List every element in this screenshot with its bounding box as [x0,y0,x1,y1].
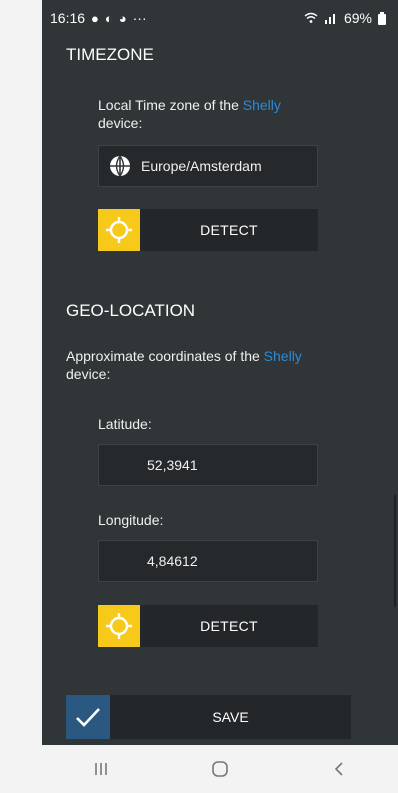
geo-detect-button[interactable]: DETECT [98,605,318,647]
geo-description-suffix: device: [66,366,111,382]
wifi-icon [304,12,318,23]
timezone-description: Local Time zone of the Shelly device: [98,96,328,132]
back-button[interactable] [309,749,369,789]
status-left: 16:16 ● ◐ ◕ ··· [50,10,147,26]
crosshair-icon [106,217,132,243]
battery-icon [378,11,386,25]
timezone-section-title: TIMEZONE [66,45,154,64]
app-notification-icon: ◐ [104,10,113,26]
longitude-input[interactable]: 4,84612 [98,540,318,582]
recent-apps-button[interactable] [71,749,131,789]
geo-section-title: GEO-LOCATION [66,301,196,320]
app-content: 16:16 ● ◐ ◕ ··· 69% TIMEZONE Local Time … [42,0,398,745]
timezone-detect-button[interactable]: DETECT [98,209,318,251]
detect-icon-box [98,209,140,251]
app-notification-icon-2: ◕ [118,10,127,26]
save-label: SAVE [212,709,249,725]
phone-screen: 16:16 ● ◐ ◕ ··· 69% TIMEZONE Local Time … [42,0,398,793]
geo-description: Approximate coordinates of the Shelly de… [66,347,336,383]
signal-icon [324,14,335,24]
geo-description-prefix: Approximate coordinates of the [66,348,264,364]
longitude-label: Longitude: [98,512,164,528]
geo-description-shelly: Shelly [263,348,302,364]
timezone-field[interactable]: Europe/Amsterdam [98,145,318,187]
save-icon-box [66,695,110,739]
latitude-label: Latitude: [98,416,152,432]
status-bar: 16:16 ● ◐ ◕ ··· 69% [42,0,398,36]
timezone-description-prefix: Local Time zone of the [98,97,243,113]
clock: 16:16 [50,10,86,26]
geo-detect-label: DETECT [200,618,258,634]
longitude-value: 4,84612 [147,553,198,569]
timezone-detect-label: DETECT [200,222,258,238]
timezone-description-shelly: Shelly [242,97,281,113]
save-button[interactable]: SAVE [66,695,351,739]
timezone-value: Europe/Amsterdam [141,158,262,174]
more-notifications: ··· [132,10,147,26]
scrollbar[interactable] [394,495,396,607]
android-nav-bar [42,745,398,793]
timezone-description-suffix: device: [98,115,143,131]
status-right: 69% [304,10,386,26]
recent-apps-icon [95,763,108,775]
battery-percent: 69% [343,10,372,26]
checkmark-icon [76,708,100,727]
latitude-value: 52,3941 [147,457,198,473]
home-icon [212,761,228,777]
globe-icon [110,155,130,177]
geo-detect-icon-box [98,605,140,647]
home-button[interactable] [190,749,250,789]
back-icon [334,762,343,776]
latitude-input[interactable]: 52,3941 [98,444,318,486]
notification-icon: ● [91,10,99,26]
crosshair-icon [106,613,132,639]
